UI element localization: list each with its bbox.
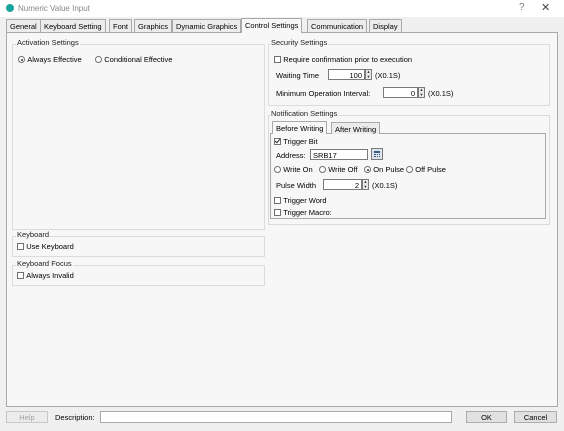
window-title: Numeric Value Input: [18, 4, 90, 13]
use-keyboard-checkbox[interactable]: Use Keyboard: [17, 242, 74, 251]
conditional-effective-radio[interactable]: Conditional Effective: [95, 55, 172, 64]
address-label: Address:: [276, 151, 306, 160]
waiting-time-spinner[interactable]: ▲ ▼: [365, 69, 372, 80]
ok-button[interactable]: OK: [466, 411, 507, 423]
trigger-macro-label: Trigger Macro:: [283, 208, 332, 217]
always-invalid-checkbox[interactable]: Always Invalid: [17, 271, 74, 280]
min-interval-label: Minimum Operation Interval:: [276, 89, 371, 98]
keypad-display-icon: [374, 151, 380, 153]
address-keypad-icon[interactable]: [371, 148, 383, 160]
tab-general[interactable]: General: [6, 19, 41, 32]
cancel-button[interactable]: Cancel: [514, 411, 557, 423]
write-on-label: Write On: [283, 165, 313, 174]
tab-dynamic-graphics[interactable]: Dynamic Graphics: [172, 19, 242, 32]
tab-after-writing[interactable]: After Writing: [331, 122, 381, 134]
pulse-width-unit: (X0.1S): [372, 181, 398, 190]
checkbox-indicator: [274, 56, 281, 64]
tab-keyboard-setting[interactable]: Keyboard Setting: [40, 19, 106, 32]
help-icon[interactable]: ?: [519, 2, 525, 13]
tab-communication[interactable]: Communication: [307, 19, 368, 32]
min-interval-spinner[interactable]: ▲ ▼: [418, 87, 425, 98]
tab-graphics[interactable]: Graphics: [134, 19, 173, 32]
checkbox-indicator: [17, 243, 24, 251]
require-confirmation-label: Require confirmation prior to execution: [283, 55, 413, 64]
checkbox-indicator: [274, 138, 281, 146]
write-off-radio[interactable]: Write Off: [319, 165, 358, 174]
radio-indicator: [95, 56, 102, 64]
write-off-label: Write Off: [328, 165, 358, 174]
trigger-bit-label: Trigger Bit: [283, 137, 318, 146]
address-input[interactable]: SRB17: [310, 149, 368, 160]
waiting-time-input[interactable]: 100: [328, 69, 365, 80]
activation-settings-title: Activation Settings: [16, 38, 80, 47]
checkbox-indicator: [274, 209, 281, 217]
activation-settings-group: [12, 44, 265, 230]
checkbox-indicator: [17, 272, 24, 280]
waiting-time-unit: (X0.1S): [375, 71, 401, 80]
pulse-width-input[interactable]: 2: [323, 179, 362, 190]
radio-indicator: [274, 166, 281, 174]
min-interval-unit: (X0.1S): [428, 89, 454, 98]
tab-display[interactable]: Display: [369, 19, 402, 32]
always-effective-label: Always Effective: [27, 55, 82, 64]
trigger-word-checkbox[interactable]: Trigger Word: [274, 196, 327, 205]
use-keyboard-label: Use Keyboard: [26, 242, 74, 251]
pulse-width-spinner[interactable]: ▲ ▼: [362, 179, 369, 190]
keypad-keys-icon: [374, 154, 380, 157]
security-settings-title: Security Settings: [270, 38, 329, 47]
checkbox-indicator: [274, 197, 281, 205]
on-pulse-radio[interactable]: On Pulse: [364, 165, 404, 174]
always-invalid-label: Always Invalid: [26, 271, 74, 280]
radio-indicator: [319, 166, 326, 174]
tab-control-settings[interactable]: Control Settings: [241, 18, 303, 33]
trigger-word-label: Trigger Word: [283, 196, 327, 205]
app-icon: [6, 4, 14, 12]
radio-indicator: [364, 166, 371, 174]
min-interval-input[interactable]: 0: [383, 87, 418, 98]
description-input[interactable]: [100, 411, 452, 423]
conditional-effective-label: Conditional Effective: [104, 55, 173, 64]
notification-settings-title: Notification Settings: [270, 109, 339, 118]
description-label: Description:: [55, 413, 95, 422]
off-pulse-label: Off Pulse: [415, 165, 446, 174]
pulse-width-label: Pulse Width: [276, 181, 317, 190]
radio-indicator: [406, 166, 413, 174]
keyboard-focus-title: Keyboard Focus: [16, 259, 73, 268]
on-pulse-label: On Pulse: [373, 165, 405, 174]
keyboard-title: Keyboard: [16, 230, 51, 239]
off-pulse-radio[interactable]: Off Pulse: [406, 165, 446, 174]
trigger-macro-checkbox[interactable]: Trigger Macro:: [274, 208, 332, 217]
help-button[interactable]: Help: [6, 411, 48, 423]
require-confirmation-checkbox[interactable]: Require confirmation prior to execution: [274, 55, 412, 64]
close-icon[interactable]: ✕: [541, 1, 550, 14]
tab-font[interactable]: Font: [109, 19, 133, 32]
tab-before-writing[interactable]: Before Writing: [272, 121, 328, 134]
radio-indicator: [18, 56, 25, 64]
waiting-time-label: Waiting Time: [276, 71, 320, 80]
trigger-bit-checkbox[interactable]: Trigger Bit: [274, 137, 318, 146]
always-effective-radio[interactable]: Always Effective: [18, 55, 82, 64]
write-on-radio[interactable]: Write On: [274, 165, 313, 174]
